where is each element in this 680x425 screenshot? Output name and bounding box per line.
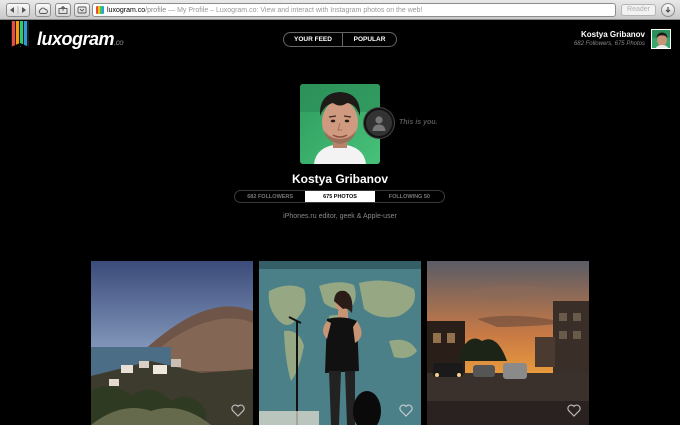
tab-photos[interactable]: 675 PHOTOS (305, 191, 375, 202)
logo-ribbon-icon[interactable] (11, 21, 29, 53)
profile-stats-tabs: 682 FOLLOWERS 675 PHOTOS FOLLOWING 50 (234, 190, 445, 203)
logo-text: luxogram (37, 29, 115, 49)
url-domain: luxogram.co (107, 6, 146, 14)
like-heart-icon[interactable] (399, 404, 413, 417)
header-user-name[interactable]: Kostya Gribanov (581, 30, 645, 39)
url-path: /profile (145, 6, 167, 14)
icloud-button[interactable] (35, 3, 51, 17)
tab-followers[interactable]: 682 FOLLOWERS (235, 191, 305, 202)
this-is-you-label: This is you. (399, 119, 438, 126)
cloud-icon (38, 7, 48, 14)
back-forward-buttons[interactable] (6, 3, 30, 17)
reading-list-icon (77, 6, 87, 14)
favicon-icon (96, 6, 104, 14)
profile-bio: iPhones.ru editor, geek & Apple-user (283, 213, 397, 220)
site-logo[interactable]: luxogram.co (37, 29, 124, 50)
header-avatar[interactable] (651, 29, 671, 49)
browser-toolbar: luxogram.co /profile — My Profile – Luxo… (0, 0, 680, 20)
share-button[interactable] (55, 3, 71, 17)
photo-tile[interactable] (91, 261, 253, 425)
profile-name: Kostya Gribanov (291, 172, 389, 186)
downloads-button[interactable] (661, 3, 675, 17)
nav-your-feed[interactable]: YOUR FEED (284, 33, 343, 46)
download-icon (665, 7, 671, 13)
address-bar[interactable]: luxogram.co /profile — My Profile – Luxo… (92, 3, 616, 17)
reader-button[interactable]: Reader (621, 4, 656, 16)
like-heart-icon[interactable] (567, 404, 581, 417)
photo-tile[interactable] (427, 261, 589, 425)
logo-suffix: .co (114, 38, 124, 47)
like-heart-icon[interactable] (231, 404, 245, 417)
reading-list-button[interactable] (74, 3, 90, 17)
share-icon (58, 6, 68, 14)
user-silhouette-icon (364, 108, 394, 138)
photo-tile[interactable] (259, 261, 421, 425)
page-title-text: — My Profile – Luxogram.co: View and int… (168, 6, 423, 14)
nav-popular[interactable]: POPULAR (343, 33, 396, 46)
main-nav: YOUR FEED POPULAR (283, 32, 397, 47)
back-forward-icon (10, 6, 26, 14)
tab-following[interactable]: FOLLOWING 50 (375, 191, 444, 202)
header-user-stats: 682 Followers, 675 Photos (573, 41, 645, 47)
